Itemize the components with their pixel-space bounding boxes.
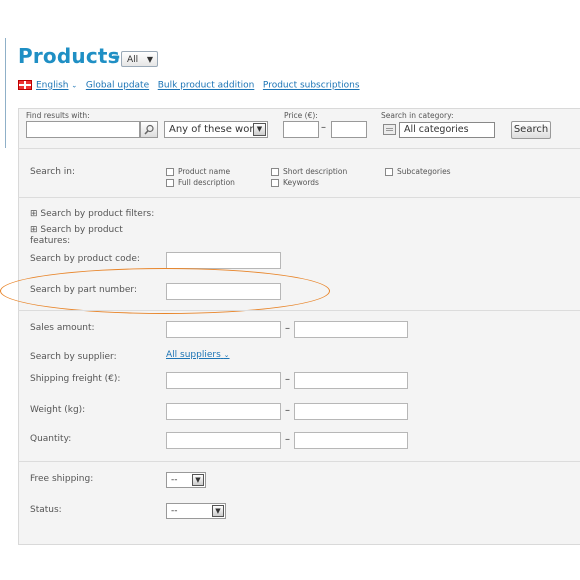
product-features-text: Search by product features: <box>30 225 123 246</box>
expand-plus-icon: ⊞ <box>30 209 38 219</box>
range-dash: – <box>285 323 290 334</box>
find-results-label: Find results with: <box>26 111 90 120</box>
divider <box>18 310 580 311</box>
subcategories-text: Subcategories <box>397 167 451 176</box>
title-separator: - <box>112 44 121 68</box>
product-filter-value: All <box>127 55 139 65</box>
short-description-option[interactable]: Short description <box>271 167 347 176</box>
short-description-checkbox[interactable] <box>271 168 279 176</box>
full-description-checkbox[interactable] <box>166 179 174 187</box>
product-filters-toggle[interactable]: ⊞ Search by product filters: <box>30 209 154 219</box>
product-name-option[interactable]: Product name <box>166 167 230 176</box>
search-in-label: Search in: <box>30 167 76 177</box>
shipping-min-input[interactable] <box>166 372 281 389</box>
full-description-option[interactable]: Full description <box>166 178 235 187</box>
product-code-label: Search by product code: <box>30 254 140 264</box>
dropdown-arrow-icon: ▼ <box>253 123 266 136</box>
sales-amount-max-input[interactable] <box>294 321 408 338</box>
shipping-max-input[interactable] <box>294 372 408 389</box>
free-shipping-label: Free shipping: <box>30 474 94 484</box>
dropdown-arrow-icon: ▼ <box>212 505 224 517</box>
range-dash: – <box>285 405 290 416</box>
weight-min-input[interactable] <box>166 403 281 420</box>
chevron-down-icon: ⌄ <box>71 81 78 90</box>
range-dash: – <box>285 434 290 445</box>
status-value: -- <box>171 506 178 516</box>
expand-plus-icon: ⊞ <box>30 225 38 235</box>
category-tree-icon[interactable] <box>383 124 396 135</box>
quantity-max-input[interactable] <box>294 432 408 449</box>
all-suppliers-text: All suppliers <box>166 350 221 360</box>
shipping-freight-label: Shipping freight (€): <box>30 374 121 384</box>
category-input[interactable]: All categories <box>399 122 495 138</box>
keywords-option[interactable]: Keywords <box>271 178 319 187</box>
product-subscriptions-link[interactable]: Product subscriptions <box>263 81 360 91</box>
weight-max-input[interactable] <box>294 403 408 420</box>
supplier-label: Search by supplier: <box>30 352 117 362</box>
sales-amount-min-input[interactable] <box>166 321 281 338</box>
price-max-input[interactable] <box>331 121 367 138</box>
product-name-text: Product name <box>178 167 231 176</box>
keywords-text: Keywords <box>283 178 319 187</box>
subcategories-checkbox[interactable] <box>385 168 393 176</box>
price-min-input[interactable] <box>283 121 319 138</box>
chevron-down-icon: ▼ <box>146 55 153 64</box>
uk-flag-icon <box>18 80 32 90</box>
keyword-search-input[interactable] <box>26 121 140 138</box>
quantity-label: Quantity: <box>30 434 72 444</box>
match-mode-value: Any of these words <box>169 124 265 135</box>
quantity-min-input[interactable] <box>166 432 281 449</box>
status-label: Status: <box>30 505 62 515</box>
all-suppliers-link[interactable]: All suppliers ⌄ <box>166 350 230 360</box>
status-select[interactable]: -- ▼ <box>166 503 226 519</box>
toolbar-links: English ⌄ Global update Bulk product add… <box>18 80 360 91</box>
free-shipping-select[interactable]: -- ▼ <box>166 472 206 488</box>
chevron-down-icon: ⌄ <box>223 351 230 359</box>
weight-label: Weight (kg): <box>30 405 86 415</box>
dropdown-arrow-icon: ▼ <box>192 474 204 486</box>
language-link[interactable]: English <box>36 81 69 91</box>
short-description-text: Short description <box>283 167 348 176</box>
divider <box>18 148 580 149</box>
sales-amount-label: Sales amount: <box>30 323 95 333</box>
price-range-dash: – <box>321 122 326 133</box>
price-label: Price (€): <box>284 111 318 120</box>
bulk-product-addition-link[interactable]: Bulk product addition <box>158 81 255 91</box>
subcategories-option[interactable]: Subcategories <box>385 167 451 176</box>
match-mode-select[interactable]: Any of these words ▼ <box>164 121 268 138</box>
product-filters-text: Search by product filters: <box>40 209 155 219</box>
free-shipping-value: -- <box>171 475 178 485</box>
global-update-link[interactable]: Global update <box>86 81 149 91</box>
keywords-checkbox[interactable] <box>271 179 279 187</box>
product-name-checkbox[interactable] <box>166 168 174 176</box>
search-button[interactable]: Search <box>511 121 551 139</box>
divider <box>18 197 580 198</box>
product-features-toggle[interactable]: ⊞ Search by product features: <box>30 225 150 247</box>
left-border-line <box>5 38 6 148</box>
product-filter-dropdown[interactable]: All ▼ <box>121 51 158 67</box>
range-dash: – <box>285 374 290 385</box>
full-description-text: Full description <box>178 178 235 187</box>
page-title: Products <box>18 44 120 68</box>
category-label: Search in category: <box>381 111 454 120</box>
divider <box>18 461 580 462</box>
search-icon[interactable] <box>140 121 158 138</box>
highlight-oval <box>0 268 330 314</box>
product-code-input[interactable] <box>166 252 281 269</box>
